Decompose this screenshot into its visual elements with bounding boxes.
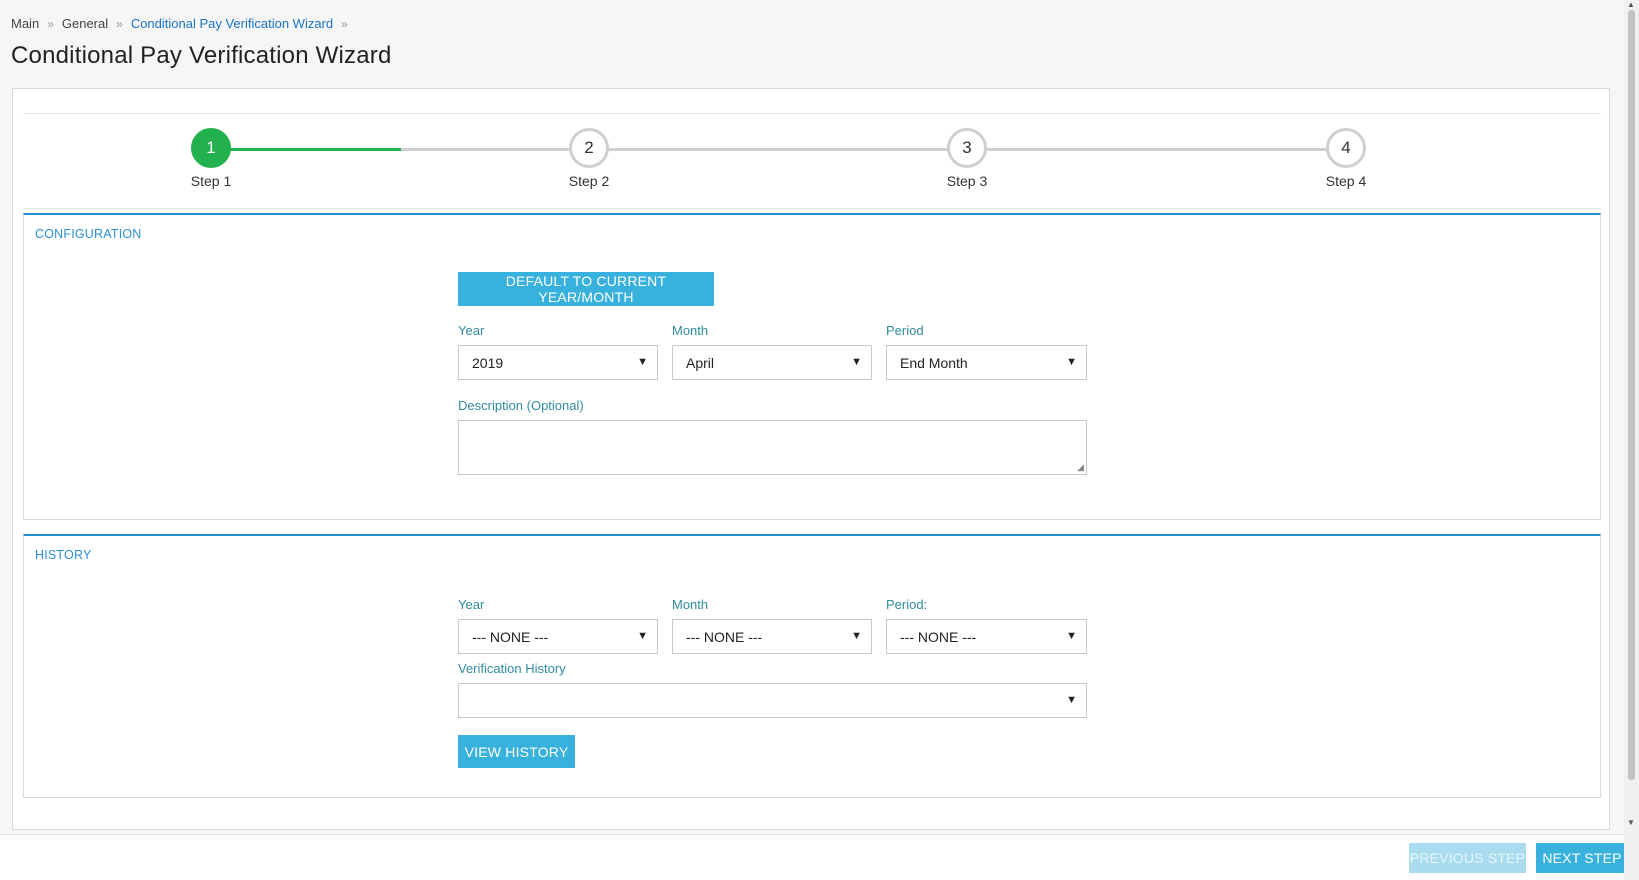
period-select[interactable]: End Month ▼ [886, 345, 1087, 380]
step-1-label: Step 1 [190, 173, 232, 189]
breadcrumb-general[interactable]: General [62, 16, 108, 31]
wizard-stepper: 1 Step 1 2 Step 2 3 Step 3 4 Step 4 [23, 113, 1601, 209]
step-connector-2-3 [589, 148, 967, 151]
caret-down-icon: ▼ [851, 356, 862, 368]
previous-step-button[interactable]: PREVIOUS STEP [1409, 843, 1526, 873]
period-value: End Month [900, 354, 968, 371]
chevron-double-right-icon: » [116, 16, 123, 31]
scroll-thumb[interactable] [1628, 10, 1635, 780]
view-history-button[interactable]: VIEW HISTORY [458, 735, 575, 768]
verification-history-label: Verification History [458, 661, 566, 676]
step-1-circle: 1 [191, 128, 231, 168]
step-4-label: Step 4 [1325, 173, 1367, 189]
description-textarea[interactable]: ◢ [458, 420, 1087, 475]
step-1[interactable]: 1 Step 1 [171, 128, 251, 189]
scroll-down-icon[interactable]: ▼ [1627, 818, 1635, 827]
configuration-title: CONFIGURATION [35, 227, 142, 241]
chevron-double-right-icon: » [341, 16, 348, 31]
chevron-double-right-icon: » [47, 16, 54, 31]
month-label: Month [672, 323, 709, 338]
year-select[interactable]: 2019 ▼ [458, 345, 658, 380]
history-section: HISTORY Year --- NONE --- ▼ Month --- NO… [23, 534, 1601, 798]
wizard-footer: PREVIOUS STEP NEXT STEP [0, 834, 1628, 880]
step-connector-3-4 [967, 148, 1346, 151]
next-step-button[interactable]: NEXT STEP [1536, 843, 1628, 873]
page-scrollbar[interactable]: ▲ ▼ [1624, 0, 1639, 880]
year-label: Year [458, 323, 485, 338]
step-4-circle: 4 [1326, 128, 1366, 168]
breadcrumb-current[interactable]: Conditional Pay Verification Wizard [131, 16, 333, 31]
step-2-circle: 2 [569, 128, 609, 168]
breadcrumb: Main » General » Conditional Pay Verific… [11, 16, 356, 31]
description-label: Description (Optional) [458, 398, 584, 413]
wizard-card: 1 Step 1 2 Step 2 3 Step 3 4 Step 4 CONF… [12, 88, 1610, 830]
step-2-label: Step 2 [568, 173, 610, 189]
scroll-up-icon[interactable]: ▲ [1627, 0, 1635, 9]
month-value: April [686, 354, 715, 371]
page: Main » General » Conditional Pay Verific… [0, 0, 1628, 880]
page-title: Conditional Pay Verification Wizard [11, 42, 392, 69]
caret-down-icon: ▼ [1066, 694, 1077, 706]
history-period-value: --- NONE --- [900, 628, 977, 645]
verification-history-select[interactable]: ▼ [458, 683, 1087, 718]
history-year-value: --- NONE --- [472, 628, 549, 645]
default-current-year-month-button[interactable]: DEFAULT TO CURRENT YEAR/MONTH [458, 272, 714, 306]
history-period-label: Period: [886, 597, 928, 612]
step-3-label: Step 3 [946, 173, 988, 189]
history-month-value: --- NONE --- [686, 628, 763, 645]
step-3-circle: 3 [947, 128, 987, 168]
step-4[interactable]: 4 Step 4 [1306, 128, 1386, 189]
resize-grip-icon[interactable]: ◢ [1077, 462, 1084, 473]
month-select[interactable]: April ▼ [672, 345, 872, 380]
breadcrumb-main[interactable]: Main [11, 16, 39, 31]
step-2[interactable]: 2 Step 2 [549, 128, 629, 189]
caret-down-icon: ▼ [851, 630, 862, 642]
period-label: Period [886, 323, 924, 338]
history-year-select[interactable]: --- NONE --- ▼ [458, 619, 658, 654]
step-3[interactable]: 3 Step 3 [927, 128, 1007, 189]
caret-down-icon: ▼ [1066, 630, 1077, 642]
caret-down-icon: ▼ [637, 356, 648, 368]
configuration-section: CONFIGURATION DEFAULT TO CURRENT YEAR/MO… [23, 213, 1601, 520]
history-period-select[interactable]: --- NONE --- ▼ [886, 619, 1087, 654]
history-month-select[interactable]: --- NONE --- ▼ [672, 619, 872, 654]
history-year-label: Year [458, 597, 485, 612]
caret-down-icon: ▼ [1066, 356, 1077, 368]
caret-down-icon: ▼ [637, 630, 648, 642]
history-month-label: Month [672, 597, 709, 612]
year-value: 2019 [472, 354, 504, 371]
history-title: HISTORY [35, 548, 92, 562]
